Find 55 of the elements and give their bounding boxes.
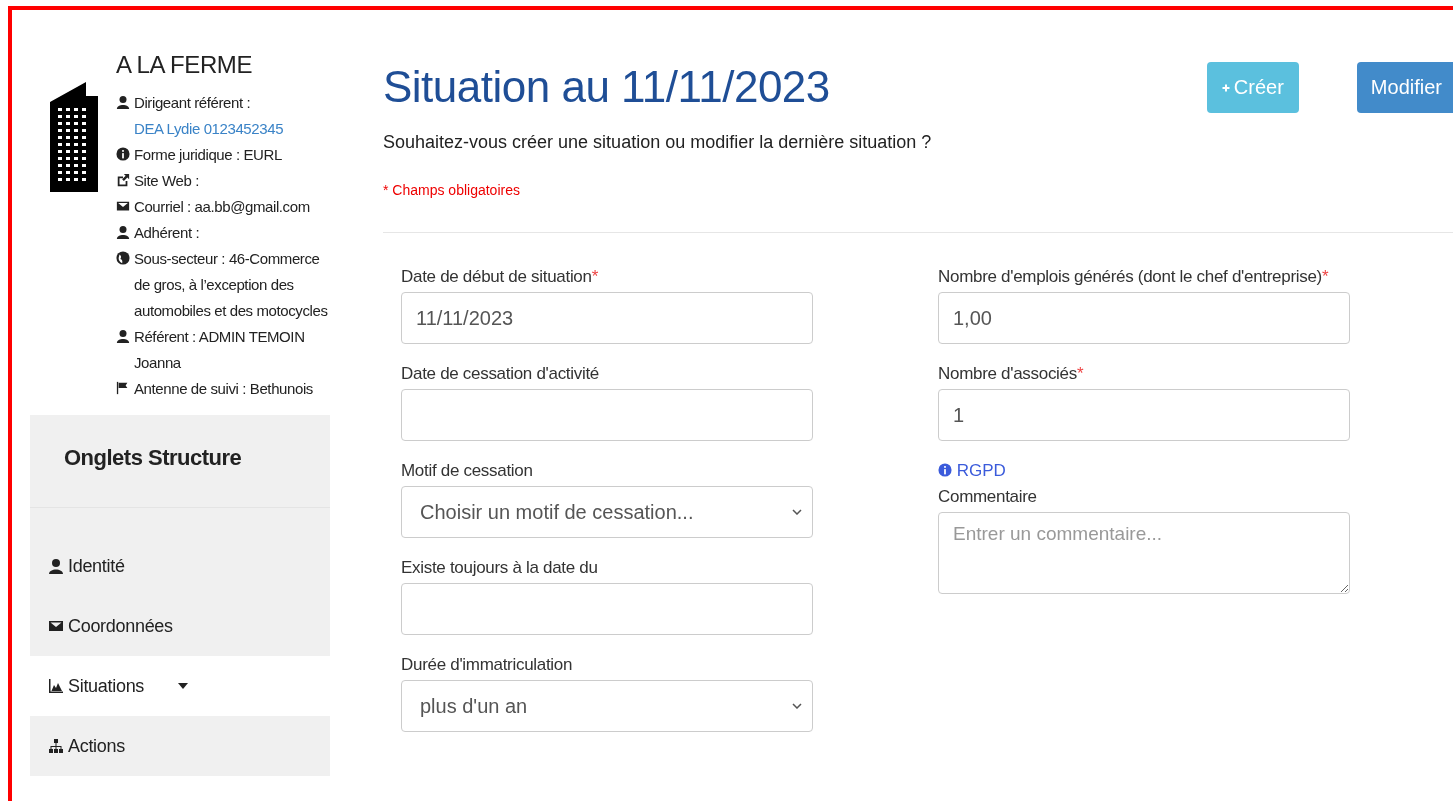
info-icon (116, 147, 130, 161)
person-icon (48, 558, 64, 574)
person-icon (116, 329, 130, 343)
field-label: Motif de cessation (401, 461, 534, 481)
comment-field[interactable]: Entrer un commentaire... (938, 512, 1350, 594)
input-field[interactable]: 1,00 (938, 292, 1350, 344)
field-label: Durée d'immatriculation (401, 655, 574, 675)
field-label: Commentaire (938, 487, 1038, 507)
contact-link[interactable]: DEA Lydie 0123452345 (134, 120, 284, 137)
structure-name: A LA FERME (116, 50, 254, 80)
person-icon (116, 225, 130, 239)
input-field[interactable]: 11/11/2023 (401, 292, 813, 344)
chevron-icon (792, 703, 802, 709)
nav-item[interactable]: Coordonnées (30, 596, 330, 656)
edit-button[interactable]: Modifier (1356, 62, 1453, 113)
chevron-icon (792, 509, 802, 515)
input-field[interactable] (401, 389, 813, 441)
nav-item[interactable]: Situations (30, 656, 330, 716)
person-icon (116, 95, 130, 109)
field-label: Existe toujours à la date du (401, 558, 599, 578)
required-mark: * (591, 267, 598, 286)
sitemap-icon (48, 738, 64, 754)
info-text: Antenne de suivi : Bethunois (134, 380, 313, 397)
nav-item[interactable]: Identité (30, 536, 330, 596)
info-text: Site Web : (134, 172, 199, 189)
globe-icon (116, 251, 130, 265)
building-icon (50, 82, 98, 192)
info-text: Dirigeant référent : (134, 94, 251, 111)
field-label: Nombre d'emplois générés (dont le chef d'entreprise)* (938, 267, 1330, 287)
question-text: Souhaitez-vous créer une situation ou modifier la dernière situation ? (383, 132, 933, 153)
flag-icon (116, 381, 130, 395)
input-field[interactable] (401, 583, 813, 635)
area-chart-icon (48, 678, 64, 694)
nav-item[interactable]: Actions (30, 716, 330, 776)
field-label: Date de début de situation* (401, 267, 599, 287)
page-title: Situation au 11/11/2023 (383, 62, 830, 112)
input-field[interactable]: 1 (938, 389, 1350, 441)
envelope-icon (116, 199, 130, 213)
rgpd-link[interactable]: RGPD (938, 461, 1006, 480)
required-mark: * (1076, 364, 1084, 383)
info-text: Sous-secteur : 46-Commerce de gros, à l’exception des automobiles et des motocycles (134, 250, 328, 319)
field-label: Nombre d'associés* (938, 364, 1085, 384)
external-link-icon (116, 173, 130, 187)
required-mark: * (1322, 267, 1329, 286)
envelope-icon (48, 618, 64, 634)
nav-title: Onglets Structure (30, 415, 330, 508)
select-field[interactable]: plus d'un an (401, 680, 813, 732)
field-label: Date de cessation d'activité (401, 364, 601, 384)
info-text: Forme juridique : EURL (134, 146, 282, 163)
select-field[interactable]: Choisir un motif de cessation... (401, 486, 813, 538)
info-text: Référent : ADMIN TEMOIN Joanna (134, 328, 305, 371)
info-icon (938, 463, 952, 477)
info-text: Courriel : aa.bb@gmail.com (134, 198, 310, 215)
info-text: Adhérent : (134, 224, 200, 241)
required-note: * Champs obligatoires (383, 182, 521, 198)
